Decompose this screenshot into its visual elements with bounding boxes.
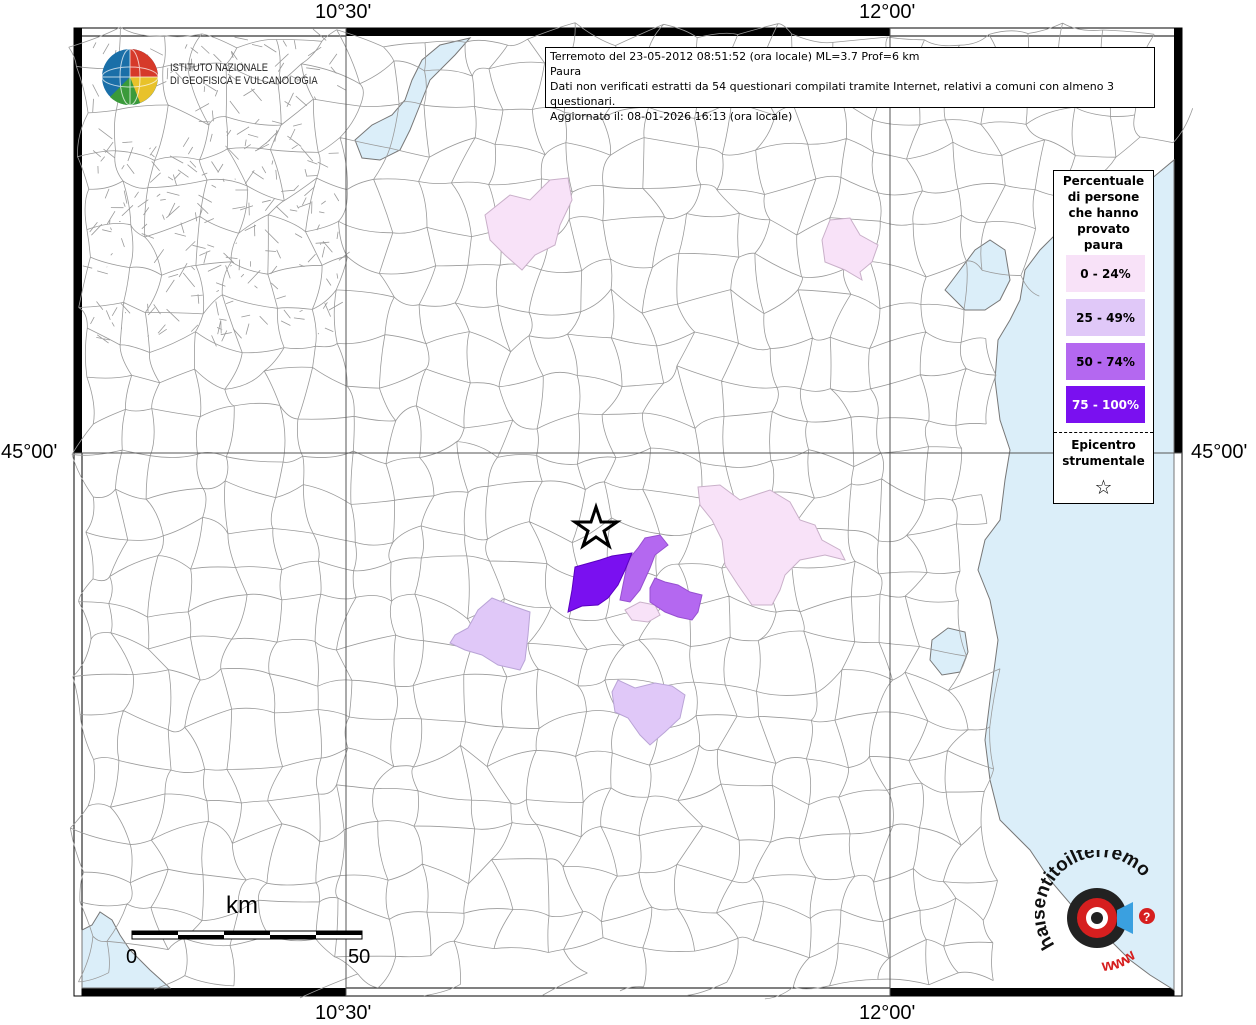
legend: Percentuale di persone che hanno provato… xyxy=(1053,170,1154,504)
legend-title-line: Percentuale xyxy=(1062,174,1145,188)
legend-class-50-74: 50 - 74% xyxy=(1066,343,1145,380)
svg-text:www: www xyxy=(1100,947,1140,975)
ingv-line2: DI GEOFISICA E VULCANOLOGIA xyxy=(170,75,318,87)
frame-left-bottom xyxy=(73,452,83,997)
legend-epicenter-label: Epicentro strumentale xyxy=(1054,437,1153,469)
lon-label-top-left: 10°30' xyxy=(315,1,372,23)
ingv-line1: ISTITUTO NAZIONALE xyxy=(170,62,269,74)
legend-class-25-49: 25 - 49% xyxy=(1066,299,1145,336)
frame-bottom-right xyxy=(890,988,1182,996)
svg-text:?: ? xyxy=(1143,910,1150,924)
frame-right-top xyxy=(1174,28,1182,453)
legend-title: Percentuale di persone che hanno provato… xyxy=(1054,173,1153,253)
frame-top-mid xyxy=(346,28,890,36)
scale-start: 0 xyxy=(126,946,138,968)
lat-label-right: 45°00' xyxy=(1191,441,1248,463)
scale-unit: km xyxy=(226,892,258,919)
legend-epicenter-line: strumentale xyxy=(1062,454,1145,468)
lat-label-left: 45°00' xyxy=(1,441,58,463)
legend-star-icon: ☆ xyxy=(1094,475,1113,499)
legend-title-line: paura xyxy=(1083,238,1124,252)
frame-top-left xyxy=(73,27,347,37)
haisentito-logo: haisentitoilterremoto.it www ? xyxy=(1035,850,1155,975)
lon-label-bottom-right: 12°00' xyxy=(859,1002,916,1024)
update-timestamp: Aggiornato il: 08-01-2026 16:13 (ora loc… xyxy=(550,110,793,123)
lon-label-bottom-left: 10°30' xyxy=(315,1002,372,1024)
frame-bottom-left xyxy=(74,988,346,996)
legend-title-line: che hanno xyxy=(1068,206,1139,220)
watermark-www: www xyxy=(1100,947,1140,975)
legend-separator xyxy=(1054,432,1153,433)
map-parameter: Paura xyxy=(550,65,582,78)
legend-class-75-100: 75 - 100% xyxy=(1066,386,1145,423)
event-info-box: Terremoto del 23-05-2012 08:51:52 (ora l… xyxy=(545,47,1155,123)
legend-title-line: di persone xyxy=(1067,190,1140,204)
frame-right-bottom xyxy=(1173,452,1183,997)
legend-epicenter-line: Epicentro xyxy=(1071,438,1136,452)
scale-bar xyxy=(131,930,363,940)
scale-end: 50 xyxy=(348,946,371,968)
data-note: Dati non verificati estratti da 54 quest… xyxy=(550,80,1115,108)
legend-class-0-24: 0 - 24% xyxy=(1066,255,1145,292)
event-title: Terremoto del 23-05-2012 08:51:52 (ora l… xyxy=(550,50,920,63)
lon-label-top-right: 12°00' xyxy=(859,1,916,23)
legend-title-line: provato xyxy=(1077,222,1130,236)
ingv-logo-text: ISTITUTO NAZIONALE DI GEOFISICA E VULCAN… xyxy=(170,62,318,88)
frame-left-top xyxy=(74,28,82,453)
